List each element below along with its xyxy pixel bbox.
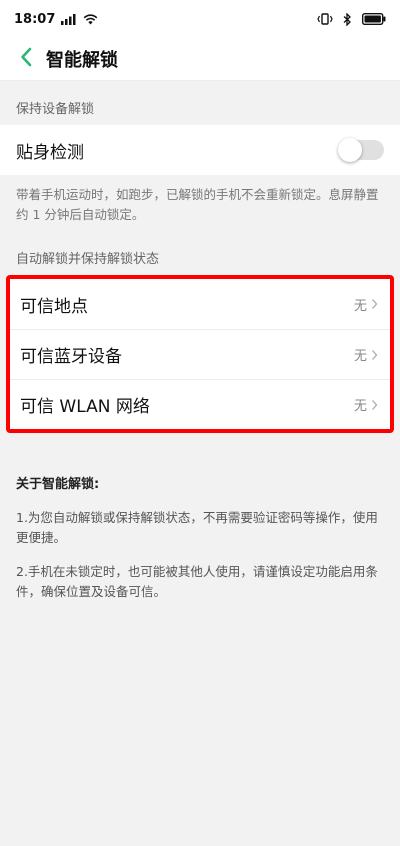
about-item-2: 2.手机在未锁定时，也可能被其他人使用，请谨慎设定功能启用条件，确保位置及设备可… xyxy=(16,564,378,599)
chevron-right-icon xyxy=(371,298,378,310)
status-time: 18:07 xyxy=(14,11,56,27)
trusted-settings-highlight: 可信地点 无 可信蓝牙设备 无 可信 WLAN 网络 无 xyxy=(6,275,394,433)
toggle-knob xyxy=(338,138,362,162)
trusted-wlan-networks-value: 无 xyxy=(353,399,367,414)
bluetooth-icon xyxy=(343,12,352,26)
trusted-bluetooth-devices-value: 无 xyxy=(353,349,367,364)
trusted-bluetooth-devices-row[interactable]: 可信蓝牙设备 无 xyxy=(10,329,390,379)
trusted-bluetooth-devices-right: 无 xyxy=(354,345,378,364)
signal-icon xyxy=(61,13,77,25)
page-title: 智能解锁 xyxy=(46,50,118,71)
status-left: 18:07 xyxy=(14,12,98,27)
header: 智能解锁 xyxy=(0,38,400,81)
on-body-detection-description: 带着手机运动时，如跑步，已解锁的手机不会重新锁定。息屏静置约 1 分钟后自动锁定… xyxy=(16,187,379,222)
back-arrow-icon xyxy=(20,47,32,71)
trusted-bluetooth-devices-label: 可信蓝牙设备 xyxy=(20,347,122,367)
back-button[interactable] xyxy=(12,42,40,76)
trusted-places-row[interactable]: 可信地点 无 xyxy=(10,279,390,329)
trusted-wlan-networks-row[interactable]: 可信 WLAN 网络 无 xyxy=(10,379,390,429)
on-body-detection-toggle[interactable] xyxy=(338,138,384,162)
chevron-right-icon xyxy=(371,349,378,361)
trusted-places-value: 无 xyxy=(353,298,367,314)
trusted-places-right: 无 xyxy=(354,295,378,314)
battery-icon xyxy=(362,13,386,25)
about-section: 关于智能解锁: 1.为您自动解锁或保持解锁状态，不再需要验证密码等操作，使用更便… xyxy=(0,433,400,602)
trusted-wlan-networks-right: 无 xyxy=(354,395,378,414)
wifi-icon xyxy=(83,13,98,25)
section-header-auto-unlock: 自动解锁并保持解锁状态 xyxy=(16,252,160,267)
on-body-detection-label: 贴身检测 xyxy=(16,142,84,163)
trusted-wlan-networks-label: 可信 WLAN 网络 xyxy=(20,397,150,417)
vibrate-icon xyxy=(317,13,333,25)
status-bar: 18:07 xyxy=(0,0,400,38)
status-right xyxy=(317,12,386,26)
trusted-places-label: 可信地点 xyxy=(20,296,88,317)
chevron-right-icon xyxy=(371,399,378,411)
about-item-1: 1.为您自动解锁或保持解锁状态，不再需要验证密码等操作，使用更便捷。 xyxy=(16,510,378,545)
section-header-keep-unlocked: 保持设备解锁 xyxy=(16,102,95,117)
on-body-detection-row[interactable]: 贴身检测 xyxy=(0,125,400,175)
about-title: 关于智能解锁: xyxy=(16,477,100,492)
